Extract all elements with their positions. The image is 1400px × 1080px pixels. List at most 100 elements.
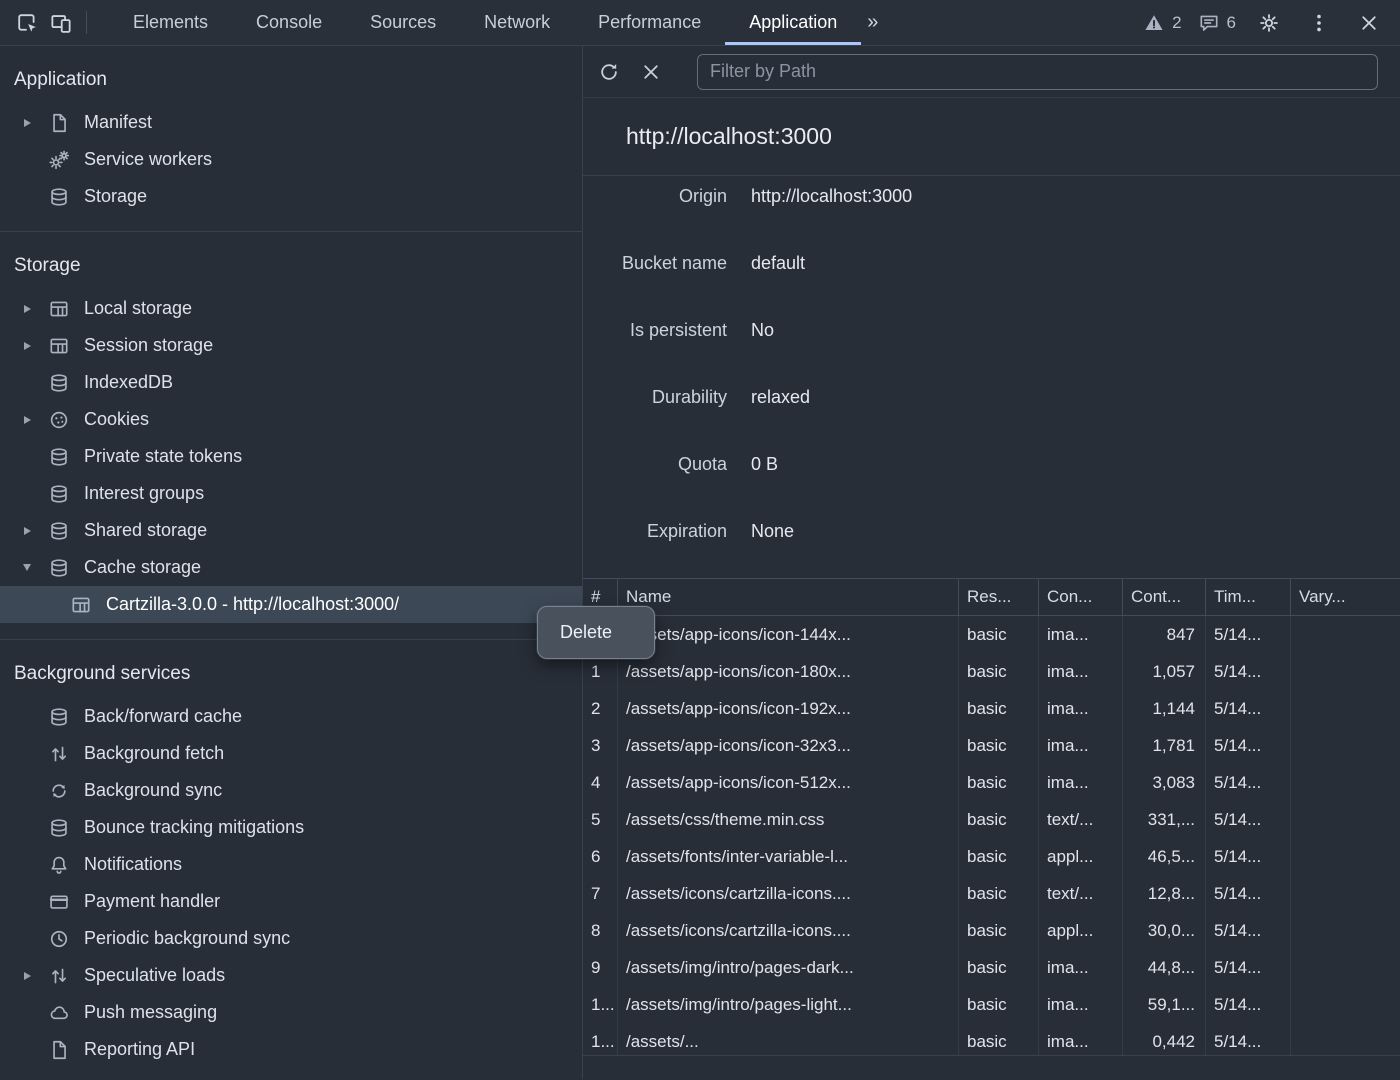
table-header-cell[interactable]: Tim... xyxy=(1206,579,1291,616)
tree-item-interest-groups[interactable]: Interest groups xyxy=(0,475,582,512)
cloud-icon xyxy=(48,1002,70,1024)
table-row[interactable]: 7/assets/icons/cartzilla-icons....basict… xyxy=(583,875,1400,912)
tree-item-cartzilla-3-0-0-http-localhost-3000[interactable]: Cartzilla-3.0.0 - http://localhost:3000/ xyxy=(0,586,582,623)
settings-button[interactable] xyxy=(1252,11,1286,35)
tree-item-label: Manifest xyxy=(84,112,152,133)
table-cell: ima... xyxy=(1039,949,1123,986)
database-icon xyxy=(48,372,70,394)
table-cell: ima... xyxy=(1039,986,1123,1023)
table-cell xyxy=(1291,727,1400,764)
preview-pane-strip xyxy=(583,1056,1400,1079)
tree-item-shared-storage[interactable]: Shared storage xyxy=(0,512,582,549)
more-tabs-button[interactable]: » xyxy=(861,0,884,45)
menu-button[interactable] xyxy=(1302,11,1336,35)
context-menu-delete[interactable]: Delete xyxy=(538,607,654,658)
tree-item-private-state-tokens[interactable]: Private state tokens xyxy=(0,438,582,475)
tree-item-speculative-loads[interactable]: Speculative loads xyxy=(0,957,582,994)
filter-input[interactable] xyxy=(697,54,1378,90)
table-header-cell[interactable]: Con... xyxy=(1039,579,1123,616)
table-cell: 46,5... xyxy=(1123,838,1206,875)
payment-card-icon xyxy=(48,891,70,913)
tab-application[interactable]: Application xyxy=(725,0,861,45)
tab-console[interactable]: Console xyxy=(232,0,346,45)
table-header-cell[interactable]: Vary... xyxy=(1291,579,1400,616)
close-devtools-button[interactable] xyxy=(1352,11,1386,35)
table-row[interactable]: 4/assets/app-icons/icon-512x...basicima.… xyxy=(583,764,1400,801)
tab-network[interactable]: Network xyxy=(460,0,574,45)
table-row[interactable]: 1.../assets/img/intro/pages-light...basi… xyxy=(583,986,1400,1023)
warnings-badge[interactable]: 2 xyxy=(1143,12,1181,34)
table-cell xyxy=(1291,838,1400,875)
table-cell: 1,144 xyxy=(1123,690,1206,727)
table-cell: 5/14... xyxy=(1206,949,1291,986)
table-header-cell[interactable]: Res... xyxy=(959,579,1039,616)
tab-sources[interactable]: Sources xyxy=(346,0,460,45)
tree-item-notifications[interactable]: Notifications xyxy=(0,846,582,883)
refresh-icon xyxy=(597,60,621,84)
tree-item-bounce-tracking-mitigations[interactable]: Bounce tracking mitigations xyxy=(0,809,582,846)
device-toolbar-button[interactable] xyxy=(44,0,78,45)
table-row[interactable]: 2/assets/app-icons/icon-192x...basicima.… xyxy=(583,690,1400,727)
inspect-element-button[interactable] xyxy=(10,0,44,45)
database-icon xyxy=(48,706,70,728)
metadata-row-durability: Durabilityrelaxed xyxy=(599,377,1400,444)
warning-icon xyxy=(1143,12,1165,34)
tree-item-back-forward-cache[interactable]: Back/forward cache xyxy=(0,698,582,735)
table-row[interactable]: 0/assets/app-icons/icon-144x...basicima.… xyxy=(583,616,1400,653)
table-row[interactable]: 1.../assets/...basicima...0,4425/14... xyxy=(583,1023,1400,1056)
table-cell: 2 xyxy=(583,690,618,727)
table-row[interactable]: 5/assets/css/theme.min.cssbasictext/...3… xyxy=(583,801,1400,838)
table-cell: ima... xyxy=(1039,616,1123,653)
tree-item-storage[interactable]: Storage xyxy=(0,178,582,215)
tree-item-cookies[interactable]: Cookies xyxy=(0,401,582,438)
table-cell: 5/14... xyxy=(1206,616,1291,653)
table-cell: basic xyxy=(959,653,1039,690)
chevron-right-icon[interactable] xyxy=(16,327,38,364)
table-cell: /assets/app-icons/icon-192x... xyxy=(618,690,959,727)
tree-item-session-storage[interactable]: Session storage xyxy=(0,327,582,364)
metadata-row-is-persistent: Is persistentNo xyxy=(599,310,1400,377)
chevron-right-icon[interactable] xyxy=(16,290,38,327)
table-cell: 331,... xyxy=(1123,801,1206,838)
table-cell xyxy=(1291,1023,1400,1056)
tree-item-cache-storage[interactable]: Cache storage xyxy=(0,549,582,586)
issues-badge[interactable]: 6 xyxy=(1198,12,1236,34)
table-row[interactable]: 9/assets/img/intro/pages-dark...basicima… xyxy=(583,949,1400,986)
chevron-right-icon[interactable] xyxy=(16,104,38,141)
tree-item-push-messaging[interactable]: Push messaging xyxy=(0,994,582,1031)
issue-count: 6 xyxy=(1227,13,1236,33)
table-cell: 5/14... xyxy=(1206,838,1291,875)
tree-item-reporting-api[interactable]: Reporting API xyxy=(0,1031,582,1068)
table-cell: 1,057 xyxy=(1123,653,1206,690)
tab-elements[interactable]: Elements xyxy=(109,0,232,45)
tree-item-indexeddb[interactable]: IndexedDB xyxy=(0,364,582,401)
table-header-cell[interactable]: Name xyxy=(618,579,959,616)
issues-icon xyxy=(1198,12,1220,34)
chevron-right-icon[interactable] xyxy=(16,957,38,994)
table-cell: 0,442 xyxy=(1123,1023,1206,1056)
sidebar-section-background-services: Background servicesBack/forward cacheBac… xyxy=(0,640,582,1079)
tree-item-background-sync[interactable]: Background sync xyxy=(0,772,582,809)
tree-item-manifest[interactable]: Manifest xyxy=(0,104,582,141)
tree-item-payment-handler[interactable]: Payment handler xyxy=(0,883,582,920)
tab-performance[interactable]: Performance xyxy=(574,0,725,45)
tree-item-service-workers[interactable]: Service workers xyxy=(0,141,582,178)
table-row[interactable]: 6/assets/fonts/inter-variable-l...basica… xyxy=(583,838,1400,875)
devtools-body: ApplicationManifestService workersStorag… xyxy=(0,46,1400,1079)
arrow-spacer xyxy=(16,920,38,957)
cache-storage-panel: http://localhost:3000 Originhttp://local… xyxy=(583,46,1400,1079)
chevron-down-icon[interactable] xyxy=(16,549,38,586)
table-row[interactable]: 3/assets/app-icons/icon-32x3...basicima.… xyxy=(583,727,1400,764)
table-header-cell[interactable]: Cont... xyxy=(1123,579,1206,616)
table-row[interactable]: 8/assets/icons/cartzilla-icons....basica… xyxy=(583,912,1400,949)
tree-item-background-fetch[interactable]: Background fetch xyxy=(0,735,582,772)
chevron-right-icon[interactable] xyxy=(16,401,38,438)
chevron-right-icon[interactable] xyxy=(16,512,38,549)
table-cell: /assets/app-icons/icon-180x... xyxy=(618,653,959,690)
table-cell: basic xyxy=(959,727,1039,764)
clear-filter-button[interactable] xyxy=(637,58,665,86)
refresh-button[interactable] xyxy=(595,58,623,86)
tree-item-local-storage[interactable]: Local storage xyxy=(0,290,582,327)
table-row[interactable]: 1/assets/app-icons/icon-180x...basicima.… xyxy=(583,653,1400,690)
tree-item-periodic-background-sync[interactable]: Periodic background sync xyxy=(0,920,582,957)
